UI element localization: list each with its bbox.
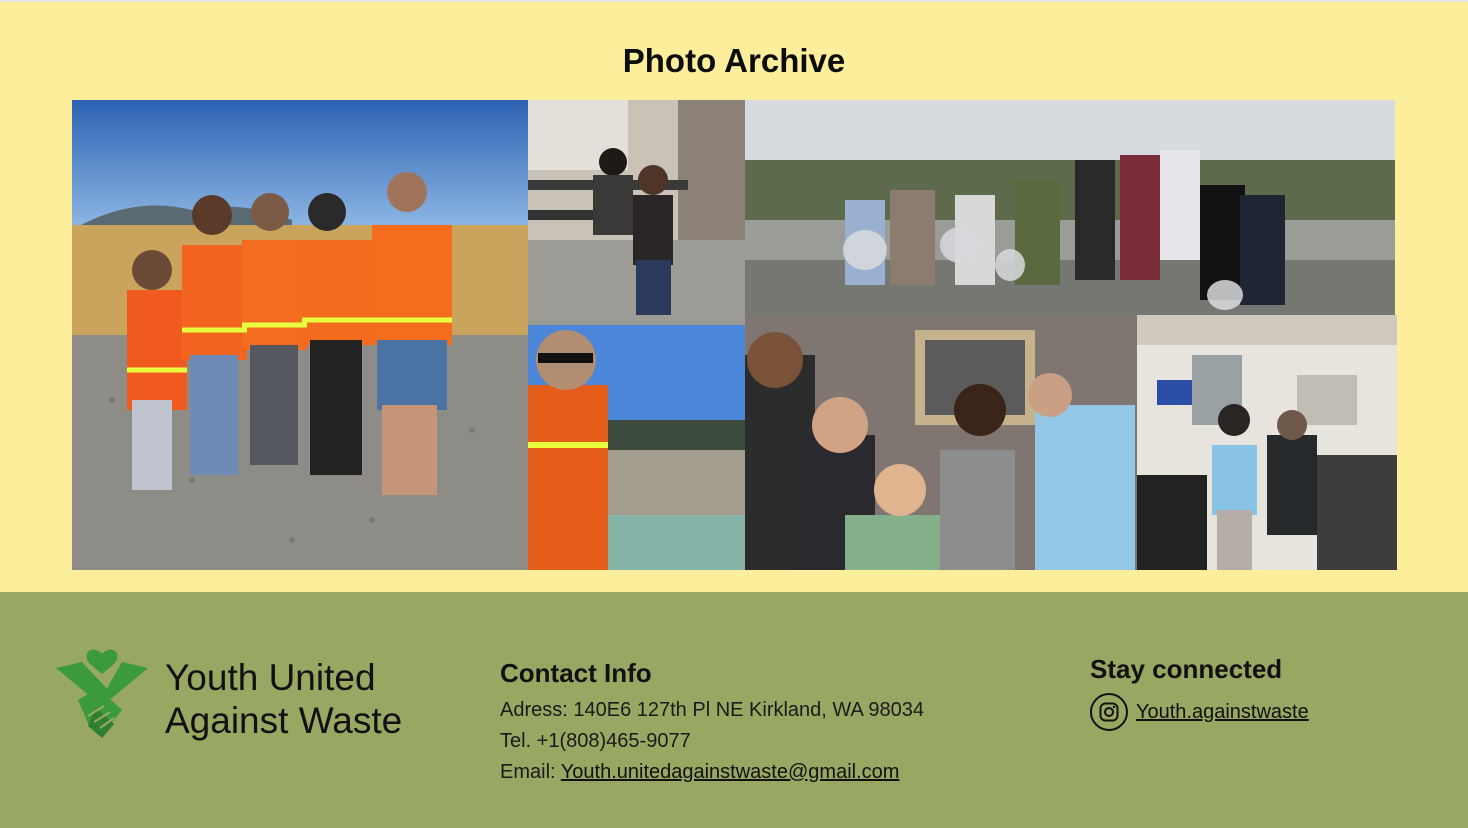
email-label: Email: <box>500 761 561 783</box>
brand-line-2: Against Waste <box>165 700 403 741</box>
contact-phone: Tel. +1(808)465-9077 <box>500 730 691 752</box>
social-heading: Stay connected <box>1090 654 1283 684</box>
contact-info: Contact Info Adress: 140E6 127th Pl NE K… <box>500 658 924 788</box>
instagram-icon[interactable] <box>1090 693 1128 731</box>
footer: Youth United Against Waste Contact Info … <box>0 592 1468 828</box>
instagram-row: Youth.againstwaste <box>1090 693 1309 731</box>
hands-heart-logo-icon <box>56 649 148 738</box>
email-link[interactable]: Youth.unitedagainstwaste@gmail.com <box>561 761 900 783</box>
photo-classroom-pair[interactable] <box>528 100 745 325</box>
social-section: Stay connected Youth.againstwaste <box>1090 654 1309 731</box>
photo-classroom-group[interactable] <box>1137 315 1397 570</box>
brand-name: Youth United Against Waste <box>165 656 402 742</box>
photo-archive-section: Photo Archive <box>0 2 1468 592</box>
photo-field-group[interactable] <box>72 100 528 570</box>
photo-cleanup-group[interactable] <box>745 100 1395 315</box>
contact-heading: Contact Info <box>500 658 652 688</box>
photo-quarry-view[interactable] <box>528 325 745 570</box>
photo-office-group[interactable] <box>745 315 1137 570</box>
page-title: Photo Archive <box>622 42 846 79</box>
contact-email-row: Email: Youth.unitedagainstwaste@gmail.co… <box>500 757 924 788</box>
contact-address: Adress: 140E6 127th Pl NE Kirkland, WA 9… <box>500 699 924 721</box>
brand-line-1: Youth United <box>165 657 376 698</box>
instagram-link[interactable]: Youth.againstwaste <box>1136 701 1309 724</box>
